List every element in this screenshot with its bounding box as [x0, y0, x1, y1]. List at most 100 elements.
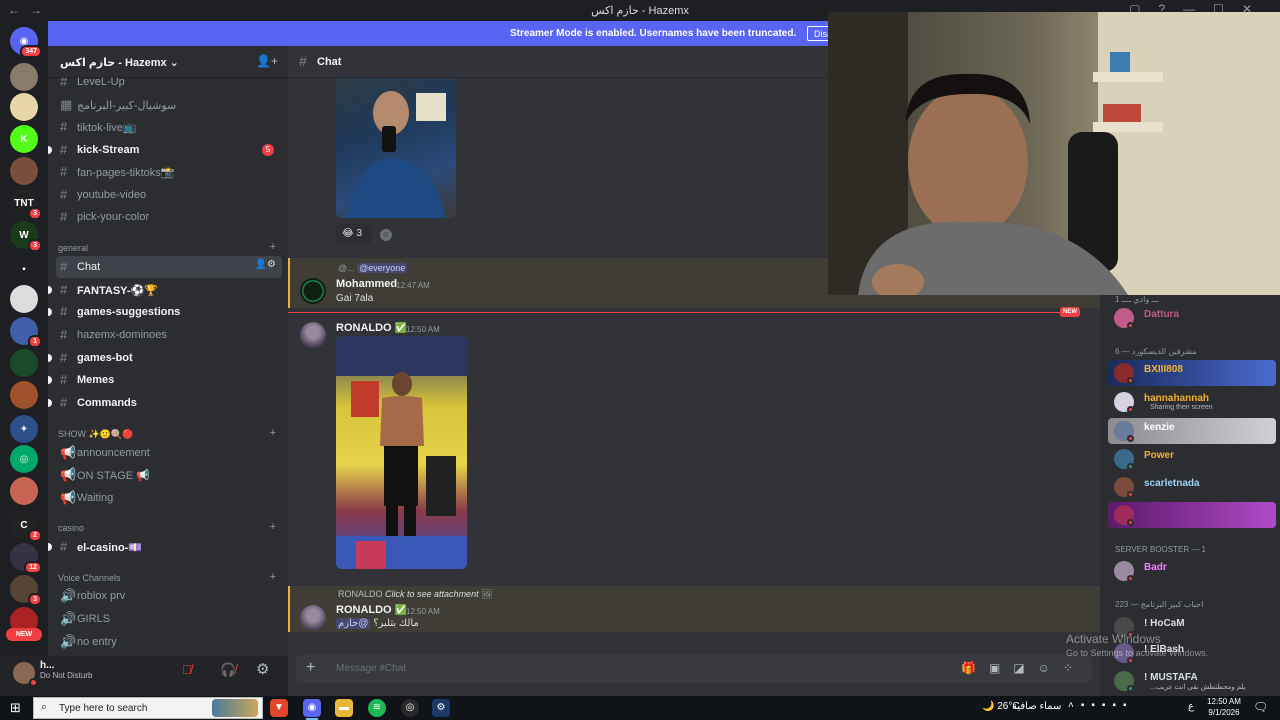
- channel-item[interactable]: ▦ سوشيال-كبير-البرنامج: [56, 94, 282, 116]
- new-servers-pill[interactable]: NEW: [6, 628, 42, 641]
- server-icon[interactable]: 1: [10, 317, 42, 348]
- add-reaction-icon[interactable]: ☺: [380, 229, 392, 241]
- windows-start-icon[interactable]: ⊞: [10, 700, 21, 716]
- server-icon[interactable]: W3: [10, 221, 42, 252]
- message-input[interactable]: Message #Chat: [336, 663, 406, 674]
- guild-name[interactable]: حازم اكس - Hazemx ⌄: [60, 56, 179, 69]
- user-status: Do Not Disturb: [40, 671, 93, 680]
- hash-icon: #: [60, 187, 68, 202]
- deafen-icon[interactable]: 🎧̸: [220, 662, 236, 678]
- add-channel-icon[interactable]: +: [270, 571, 276, 583]
- category-header[interactable]: Voice Channels: [58, 573, 121, 583]
- clock-date: 9/1/2026: [1208, 708, 1240, 717]
- channel-item[interactable]: # tiktok-live📺: [56, 116, 282, 138]
- server-icon[interactable]: K: [10, 125, 38, 153]
- member-item[interactable]: hannahannah Sharing their screen: [1108, 389, 1276, 415]
- server-icon[interactable]: ◉ 347: [10, 27, 42, 58]
- attachment-image[interactable]: [336, 336, 467, 569]
- channel-item[interactable]: # FANTASY-⚽🏆: [48, 279, 282, 301]
- channel-item[interactable]: # pick-your-color: [56, 206, 282, 228]
- category-header[interactable]: general: [58, 243, 88, 253]
- message-author[interactable]: Mohammed: [336, 278, 397, 290]
- category-header[interactable]: casino: [58, 523, 84, 533]
- member-item[interactable]: kenzie: [1108, 418, 1276, 444]
- add-channel-icon[interactable]: +: [270, 427, 276, 439]
- server-icon[interactable]: [10, 157, 38, 185]
- member-item[interactable]: Dattura: [1108, 305, 1276, 331]
- gear-icon[interactable]: ⚙: [256, 660, 269, 678]
- channel-item[interactable]: 📢 announcement: [56, 442, 282, 464]
- notifications-icon[interactable]: 🗨: [1253, 700, 1268, 714]
- channel-item[interactable]: # youtube-video: [56, 184, 282, 206]
- composer-tools[interactable]: 🎁▣◪☺⁘: [961, 661, 1086, 675]
- server-icon[interactable]: 12: [10, 543, 42, 574]
- server-icon[interactable]: 3: [10, 575, 42, 606]
- weather-desc[interactable]: سماء صافية: [1012, 701, 1061, 712]
- server-icon[interactable]: ▪: [10, 255, 38, 283]
- member-item[interactable]: Badr: [1108, 558, 1276, 584]
- reaction-laugh[interactable]: 😂 3: [336, 224, 372, 244]
- channel-item[interactable]: 📢 Waiting: [56, 487, 282, 509]
- server-icon[interactable]: [10, 63, 38, 91]
- invite-icon[interactable]: 👤+: [256, 54, 278, 68]
- channel-item[interactable]: # Chat 👤⚙: [56, 256, 282, 278]
- channel-item[interactable]: # kick-Stream 5: [48, 139, 282, 161]
- input-language[interactable]: ع: [1188, 701, 1194, 712]
- status-icon: [1127, 435, 1134, 442]
- member-item[interactable]: scarletnada: [1108, 474, 1276, 500]
- member-item[interactable]: ! MUSTAFA ...يلم ومحطتطش بقى انت عريب: [1108, 668, 1276, 694]
- speaker-icon: 📢: [60, 467, 77, 482]
- server-icon[interactable]: [10, 93, 38, 121]
- message-composer[interactable]: + Message #Chat 🎁▣◪☺⁘: [296, 655, 1092, 683]
- member-item[interactable]: BXIII808: [1108, 360, 1276, 386]
- channel-item[interactable]: 🔊 roblox prv: [56, 585, 282, 607]
- attachment-image[interactable]: [336, 78, 456, 218]
- category-header[interactable]: SHOW ✨🙂🍭🔴: [58, 429, 133, 440]
- message-author[interactable]: RONALDO ✅: [336, 322, 407, 334]
- steam-icon[interactable]: ⚙: [432, 699, 450, 717]
- system-tray[interactable]: ˄▪▪▪▪▪: [1068, 700, 1134, 711]
- avatar[interactable]: [300, 322, 326, 348]
- member-item[interactable]: [1108, 502, 1276, 528]
- channel-item[interactable]: 📢 ON STAGE 📢: [56, 464, 282, 486]
- reply-preview[interactable]: RONALDO Click to see attachment 🖼: [338, 589, 493, 600]
- channel-item[interactable]: # hazemx-dominoes: [56, 324, 282, 346]
- brave-icon[interactable]: ▼: [270, 699, 288, 717]
- member-item[interactable]: Power: [1108, 446, 1276, 472]
- add-channel-icon[interactable]: +: [270, 521, 276, 533]
- server-icon[interactable]: [10, 285, 38, 313]
- channel-item[interactable]: # LeveL-Up: [56, 71, 282, 93]
- channel-item[interactable]: 🔊 no entry: [56, 631, 282, 653]
- server-icon[interactable]: ◎: [10, 445, 38, 473]
- server-icon[interactable]: TNT 3: [10, 189, 42, 220]
- avatar[interactable]: [300, 605, 326, 631]
- spotify-icon[interactable]: ≋: [368, 699, 386, 717]
- server-icon[interactable]: ✦: [10, 415, 38, 443]
- search-highlight-image[interactable]: [212, 699, 258, 717]
- add-attachment-icon[interactable]: +: [306, 659, 315, 677]
- message-author[interactable]: RONALDO ✅: [336, 604, 407, 616]
- member-group-header: مشرفين الديسكورد — 6: [1115, 347, 1197, 356]
- channel-item[interactable]: 🔊 GIRLS: [56, 608, 282, 630]
- server-icon[interactable]: C2: [10, 511, 42, 542]
- file-explorer-icon[interactable]: ▬: [335, 699, 353, 717]
- taskbar-clock[interactable]: 12:50 AM 9/1/2026: [1206, 696, 1242, 718]
- channel-item[interactable]: # fan-pages-tiktoks📸: [56, 161, 282, 183]
- avatar[interactable]: [300, 278, 326, 304]
- server-icon[interactable]: [10, 381, 38, 409]
- server-icon[interactable]: [10, 349, 38, 377]
- reply-preview[interactable]: @... @everyone: [338, 263, 408, 273]
- obs-icon[interactable]: ◎: [401, 699, 419, 717]
- mute-mic-icon[interactable]: 🎙̸: [182, 662, 192, 677]
- user-name[interactable]: h...: [40, 660, 54, 671]
- channel-item[interactable]: # el-casino-💷: [48, 536, 282, 558]
- streamer-webcam: [828, 12, 1280, 295]
- discord-app-icon[interactable]: ◉: [303, 699, 321, 720]
- channel-item[interactable]: # games-suggestions: [48, 301, 282, 323]
- channel-settings-icon[interactable]: 👤⚙: [255, 259, 276, 270]
- add-channel-icon[interactable]: +: [270, 241, 276, 253]
- channel-item[interactable]: # Commands: [48, 392, 282, 414]
- channel-item[interactable]: # Memes: [48, 369, 282, 391]
- server-icon[interactable]: [10, 477, 38, 505]
- channel-item[interactable]: # games-bot: [48, 347, 282, 369]
